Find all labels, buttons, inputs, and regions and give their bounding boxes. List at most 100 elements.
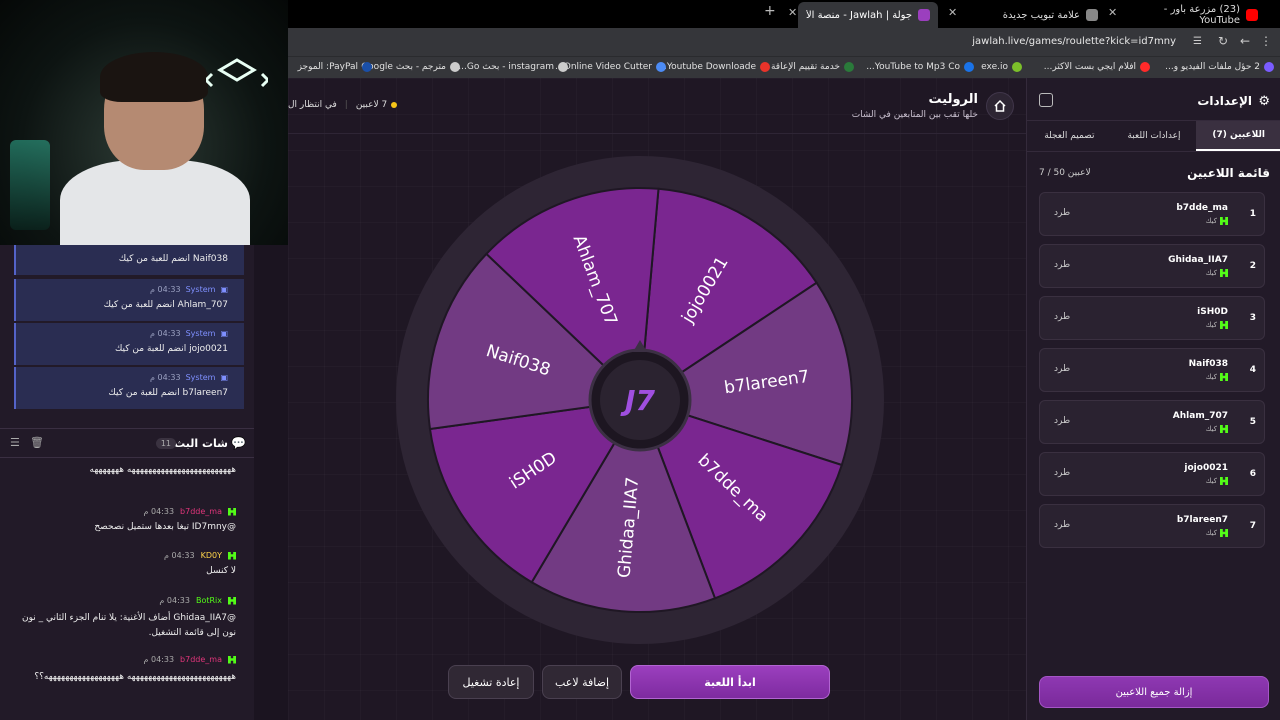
bookmark-label: YouTube to Mp3 Co...	[866, 62, 960, 72]
message-text: @ID7mny تيغا بعدها ستميل نصحصح	[94, 522, 236, 532]
message-text: b7lareen7 انضم للعبة من كيك	[108, 388, 228, 398]
timestamp: 04:33 م	[150, 285, 181, 294]
message-text: لا كنسل	[206, 566, 236, 576]
streamer-logo-icon	[206, 58, 268, 88]
player-name: jojo0021	[1184, 463, 1228, 473]
filter-icon[interactable]: ☰	[10, 436, 20, 449]
kick-icon	[1220, 321, 1228, 329]
username[interactable]: BotRix	[196, 596, 222, 605]
bookmark-icon	[760, 62, 770, 72]
left-chat-panel: Naif038 انضم للعبة من كيك ▣ System 04:33 م…	[0, 245, 254, 720]
restart-button[interactable]: إعادة تشغيل	[448, 665, 534, 699]
player-platform: كيك	[1206, 425, 1228, 433]
kick-player-button[interactable]: طرد	[1054, 260, 1070, 270]
tab-wheel-design[interactable]: تصميم العجلة	[1027, 121, 1112, 151]
chat-message: b7dde_ma 04:33 م هههههههههههههههههههههههه…	[10, 655, 236, 685]
menu-icon[interactable]: ⋮	[1260, 34, 1272, 48]
tab-youtube[interactable]: (23) مزرعة باور - YouTube	[1128, 4, 1258, 26]
tab-new[interactable]: علامة تبويب جديدة	[988, 5, 1098, 25]
username[interactable]: KD0Y	[201, 551, 222, 560]
bookmark[interactable]: instagram - بحث Go...	[458, 62, 568, 72]
bookmark[interactable]: مترجم - بحث Google	[361, 62, 460, 72]
bookmark[interactable]: 2 حؤل ملفات الفيديو و...	[1165, 62, 1274, 72]
google-icon	[450, 62, 460, 72]
player-row: 1 b7dde_ma كيك طرد	[1039, 192, 1265, 236]
timestamp: 04:33 م	[150, 329, 181, 338]
bookmark-icon	[1012, 62, 1022, 72]
new-tab-button[interactable]: +	[764, 3, 776, 19]
player-number: 1	[1249, 209, 1256, 219]
chat-message: b7dde_ma 04:33 م @ID7mny تيغا بعدها ستميل…	[10, 507, 236, 532]
tab-title: (23) مزرعة باور - YouTube	[1163, 4, 1240, 26]
player-platform: كيك	[1206, 321, 1228, 329]
trash-icon[interactable]: 🗑	[30, 436, 44, 449]
add-player-button[interactable]: إضافة لاعب	[542, 665, 622, 699]
start-game-button[interactable]: ابدأ اللعبة	[630, 665, 830, 699]
game-status: 7 لاعبين | في انتظار ال	[288, 100, 398, 110]
player-row: 2 Ghidaa_IIA7 كيك طرد	[1039, 244, 1265, 288]
timestamp: 04:33 م	[164, 551, 195, 560]
tab-title: علامة تبويب جديدة	[1002, 9, 1080, 21]
chrome-icon	[1086, 9, 1098, 21]
kick-player-button[interactable]: طرد	[1054, 416, 1070, 426]
kick-icon	[1220, 217, 1228, 225]
webcam-person-body	[60, 160, 250, 245]
site-settings-icon[interactable]: ☰	[1193, 36, 1202, 47]
username[interactable]: b7dde_ma	[180, 507, 222, 516]
tab-players[interactable]: اللاعبين (7)	[1196, 121, 1280, 151]
bookmark-icon	[1264, 62, 1274, 72]
back-icon[interactable]: ←	[1240, 34, 1250, 48]
bookmark[interactable]: exe.io	[981, 62, 1022, 72]
kick-player-button[interactable]: طرد	[1054, 520, 1070, 530]
username[interactable]: b7dde_ma	[180, 655, 222, 664]
kick-icon	[228, 596, 236, 605]
roulette-wheel[interactable]: jojo0021 b7lareen7 b7dde_ma Ghidaa_IIA7 iSH0…	[394, 154, 886, 646]
bookmark[interactable]: YouTube to Mp3 Co...	[866, 62, 974, 72]
jawlah-icon	[918, 9, 930, 21]
bookmark-label: PayPal: الموجز	[297, 62, 358, 72]
bookmark[interactable]: Youtube Downloade...	[658, 62, 770, 72]
wheel-svg[interactable]: jojo0021b7lareen7b7dde_maGhidaa_IIA7iSH0…	[394, 154, 886, 646]
home-button[interactable]	[986, 92, 1014, 120]
close-icon[interactable]: ✕	[788, 6, 797, 19]
kick-icon	[1220, 477, 1228, 485]
player-number: 6	[1249, 469, 1256, 479]
youtube-icon	[1246, 9, 1258, 21]
tab-jawlah[interactable]: جولة | Jawlah - منصة الألعاب الت	[798, 2, 938, 28]
message-text: Naif038 انضم للعبة من كيك	[118, 254, 228, 264]
player-number: 2	[1249, 261, 1256, 271]
webcam-person-hair	[100, 52, 208, 102]
waiting-status: في انتظار ال	[288, 100, 337, 110]
player-list-title: قائمة اللاعبين	[1187, 166, 1270, 180]
bookmark[interactable]: افلام ايجي بست الاكثر...	[1044, 62, 1150, 72]
player-name: Naif038	[1188, 359, 1228, 369]
bookmark[interactable]: PayPal: الموجز	[298, 62, 372, 72]
player-platform: كيك	[1206, 529, 1228, 537]
tab-game-settings[interactable]: إعدادات اللعبة	[1112, 121, 1197, 151]
kick-icon	[228, 507, 236, 516]
chat-count-badge: 11	[155, 438, 176, 449]
settings-tabs: اللاعبين (7) إعدادات اللعبة تصميم العجلة	[1027, 120, 1280, 152]
browser-tab-bar: (23) مزرعة باور - YouTube ✕ علامة تبويب …	[288, 0, 1280, 28]
platform-label: كيك	[1205, 217, 1217, 225]
kick-player-button[interactable]: طرد	[1054, 208, 1070, 218]
system-message: Naif038 انضم للعبة من كيك	[14, 245, 244, 275]
kick-player-button[interactable]: طرد	[1054, 364, 1070, 374]
kick-player-button[interactable]: طرد	[1054, 468, 1070, 478]
remove-all-players-button[interactable]: إزالة جميع اللاعبين	[1039, 676, 1269, 708]
main-game-area: الروليت خلها تقب بين المتابعين في الشات …	[288, 78, 1026, 720]
player-number: 7	[1249, 521, 1256, 531]
kick-icon	[228, 551, 236, 560]
status-dot	[391, 102, 398, 108]
kick-player-button[interactable]: طرد	[1054, 312, 1070, 322]
bookmark-icon	[844, 62, 854, 72]
close-icon[interactable]: ✕	[948, 6, 957, 19]
collapse-panel-icon[interactable]	[1039, 93, 1053, 107]
close-icon[interactable]: ✕	[1108, 6, 1117, 19]
bookmark[interactable]: خدمة تقييم الإعاقة	[771, 62, 854, 72]
player-platform: كيك	[1206, 477, 1228, 485]
reload-icon[interactable]: ↻	[1218, 34, 1228, 48]
bookmark-icon	[656, 62, 666, 72]
bookmark[interactable]: Online Video Cutter...	[555, 62, 666, 72]
url-input[interactable]: jawlah.live/games/roulette?kick=id7mny	[972, 36, 1176, 47]
